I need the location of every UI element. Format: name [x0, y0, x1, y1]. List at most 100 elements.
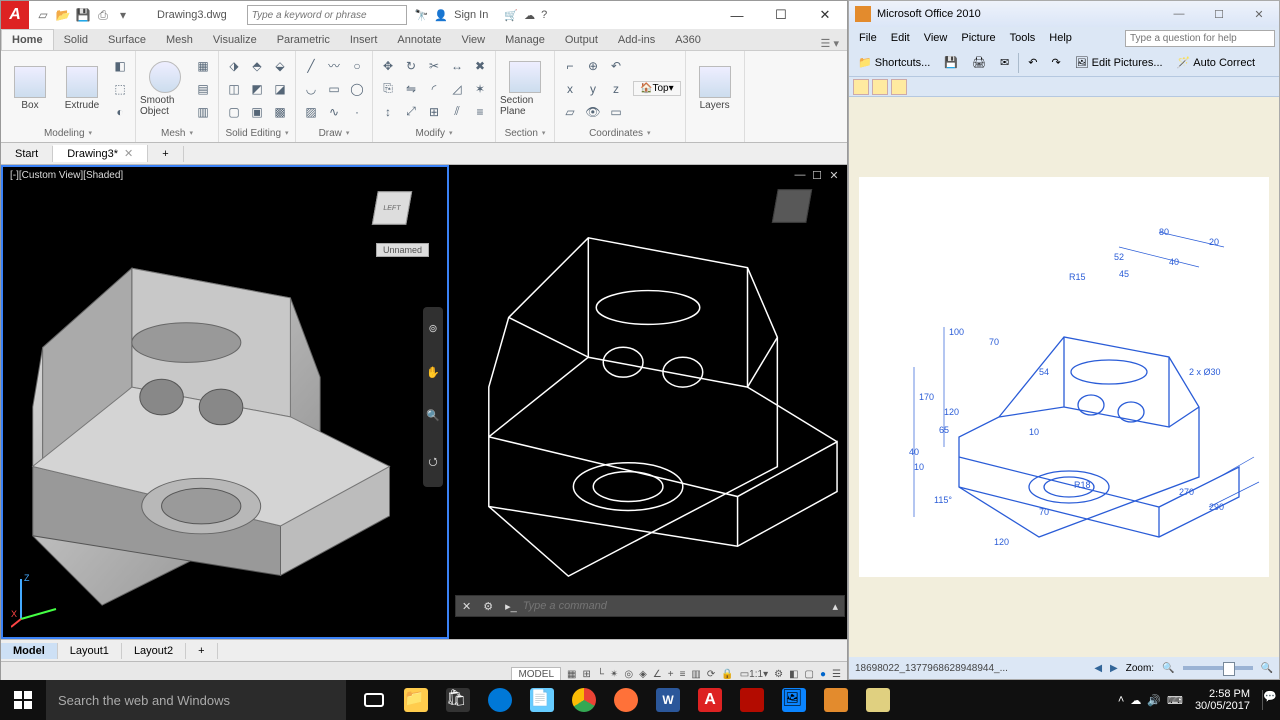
mso-zoom-slider[interactable] — [1183, 666, 1253, 670]
vp-max-icon[interactable]: ☐ — [810, 169, 824, 182]
scale-icon[interactable]: ⤢ — [400, 101, 422, 123]
ucs-face-icon[interactable]: ▱ — [559, 101, 581, 123]
help-icon[interactable]: ? — [541, 9, 547, 21]
new-icon[interactable]: ▱ — [35, 7, 51, 23]
fullnav-icon[interactable]: ⊚ — [428, 322, 437, 335]
status-ortho-icon[interactable]: └ — [597, 669, 604, 680]
tray-volume-icon[interactable]: 🔊 — [1147, 694, 1161, 707]
close-button[interactable]: ✕ — [803, 1, 847, 29]
erase-icon[interactable]: ✖ — [469, 55, 491, 77]
tab-visualize[interactable]: Visualize — [203, 30, 267, 50]
move-icon[interactable]: ✥ — [377, 55, 399, 77]
view-filmstrip-icon[interactable] — [872, 79, 888, 95]
chamfer-icon[interactable]: ◿ — [446, 78, 468, 100]
tab-solid[interactable]: Solid — [54, 30, 98, 50]
tab-surface[interactable]: Surface — [98, 30, 156, 50]
array-icon[interactable]: ⊞ — [423, 101, 445, 123]
view-thumb-icon[interactable] — [853, 79, 869, 95]
status-custom-icon[interactable]: ☰ — [832, 669, 841, 680]
menu-file[interactable]: File — [853, 30, 883, 46]
notepad-icon[interactable]: 📄 — [522, 680, 562, 720]
view-single-icon[interactable] — [891, 79, 907, 95]
mso-prev-icon[interactable]: ◀ — [1094, 663, 1102, 674]
clean-icon[interactable]: ▩ — [269, 101, 291, 123]
extend-icon[interactable]: ↔ — [446, 55, 468, 77]
mso-rotate-l-icon[interactable]: ↶ — [1023, 54, 1042, 71]
status-scale[interactable]: ▭ 1:1 ▾ — [740, 669, 768, 680]
trim-icon[interactable]: ✂ — [423, 55, 445, 77]
status-annoscale-icon[interactable]: 🔒 — [721, 669, 733, 680]
shortcuts-button[interactable]: 📁 Shortcuts... — [853, 54, 935, 71]
mirror-icon[interactable]: ⇋ — [400, 78, 422, 100]
subtract-icon[interactable]: ⬘ — [246, 55, 268, 77]
status-gear-icon[interactable]: ⚙ — [774, 669, 783, 680]
mso-mail-icon[interactable]: ✉ — [995, 54, 1014, 71]
circle-icon[interactable]: ○ — [346, 55, 368, 77]
mso-save-icon[interactable]: 💾 — [939, 54, 963, 71]
exchange-icon[interactable]: 🛒 — [494, 9, 518, 22]
smooth-object-button[interactable]: Smooth Object — [140, 55, 190, 123]
spline-icon[interactable]: ∿ — [323, 101, 345, 123]
taskbar-clock[interactable]: 2:58 PM 30/05/2017 — [1189, 688, 1256, 712]
rotate-icon[interactable]: ↻ — [400, 55, 422, 77]
menu-tools[interactable]: Tools — [1004, 30, 1042, 46]
tab-a360[interactable]: A360 — [665, 30, 711, 50]
doctab-start[interactable]: Start — [1, 146, 53, 162]
mso-rotate-r-icon[interactable]: ↷ — [1046, 54, 1065, 71]
tab-mesh[interactable]: Mesh — [156, 30, 203, 50]
status-cycle-icon[interactable]: ⟳ — [707, 669, 715, 680]
menu-picture[interactable]: Picture — [955, 30, 1001, 46]
ucs-obj-icon[interactable]: ▭ — [605, 101, 627, 123]
ucs-x-icon[interactable]: x — [559, 78, 581, 100]
panel-title-modeling[interactable]: Modeling — [5, 124, 131, 142]
viewport-right[interactable]: —☐✕ — [449, 165, 847, 639]
doctab-new[interactable]: + — [148, 146, 183, 162]
viewport-label[interactable]: [-][Custom View][Shaded] — [7, 169, 126, 182]
status-trans-icon[interactable]: ▥ — [691, 669, 700, 680]
mso-next-icon[interactable]: ▶ — [1110, 663, 1118, 674]
face-icon[interactable]: ◫ — [223, 78, 245, 100]
menu-help[interactable]: Help — [1043, 30, 1078, 46]
cmd-config-icon[interactable]: ⚙ — [477, 600, 499, 613]
arc-icon[interactable]: ◡ — [300, 78, 322, 100]
taskview-icon[interactable] — [354, 680, 394, 720]
photos-icon[interactable]: 🖼 — [774, 680, 814, 720]
tab-annotate[interactable]: Annotate — [387, 30, 451, 50]
save-icon[interactable]: 💾 — [75, 7, 91, 23]
explode-icon[interactable]: ✶ — [469, 78, 491, 100]
mesh-less-icon[interactable]: ▤ — [192, 78, 214, 100]
viewcube-right[interactable] — [763, 183, 823, 237]
pdf-icon[interactable] — [732, 680, 772, 720]
word-icon[interactable]: W — [648, 680, 688, 720]
firefox-icon[interactable] — [606, 680, 646, 720]
tray-up-icon[interactable]: ˄ — [1118, 694, 1124, 706]
panel-title-section[interactable]: Section — [500, 124, 550, 142]
mso-zoomin-icon[interactable]: 🔍 — [1261, 663, 1273, 674]
orbit-icon[interactable]: ⭯ — [428, 453, 437, 472]
ucs-prev-icon[interactable]: ↶ — [605, 55, 627, 77]
command-input[interactable] — [523, 600, 827, 612]
status-dyn-icon[interactable]: + — [668, 669, 674, 680]
intersect-icon[interactable]: ⬙ — [269, 55, 291, 77]
ucs-view-icon[interactable]: 👁 — [582, 101, 604, 123]
layout-layout1[interactable]: Layout1 — [58, 643, 122, 659]
status-lwt-icon[interactable]: ≡ — [680, 669, 686, 680]
tab-insert[interactable]: Insert — [340, 30, 388, 50]
ribbon-collapse-icon[interactable]: ☰ ▾ — [813, 37, 847, 50]
shell-icon[interactable]: ▢ — [223, 101, 245, 123]
separate-icon[interactable]: ▣ — [246, 101, 268, 123]
stretch-icon[interactable]: ↕ — [377, 101, 399, 123]
explorer-icon[interactable]: 📁 — [396, 680, 436, 720]
autocad-task-icon[interactable]: A — [690, 680, 730, 720]
status-osnap-icon[interactable]: ◎ — [624, 669, 633, 680]
revolve-icon[interactable]: ◐ — [109, 101, 131, 123]
signin-area[interactable]: 🔭 👤 Sign In 🛒 ☁ ? — [407, 9, 555, 22]
mso-min-button[interactable]: — — [1159, 8, 1199, 21]
polysolid-icon[interactable]: ◧ — [109, 55, 131, 77]
view-unnamed-badge[interactable]: Unnamed — [376, 243, 429, 257]
autocad-logo-icon[interactable]: A — [1, 1, 29, 29]
tab-addins[interactable]: Add-ins — [608, 30, 665, 50]
mso-zoomout-icon[interactable]: 🔍 — [1162, 663, 1174, 674]
layers-button[interactable]: Layers — [690, 55, 740, 123]
mso-help-input[interactable] — [1125, 30, 1275, 47]
